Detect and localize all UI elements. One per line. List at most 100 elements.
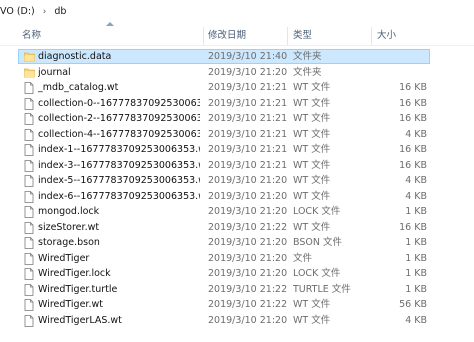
file-name: index-6--1677783709253006353.wt (38, 190, 200, 202)
file-modified-date: 2019/3/10 21:20 (208, 268, 288, 279)
file-modified-date: 2019/3/10 21:20 (208, 206, 288, 217)
file-name: diagnostic.data (38, 51, 112, 62)
file-name: journal (38, 66, 71, 78)
file-row[interactable]: diagnostic.data 2019/3/10 21:40 文件夹 (0, 49, 474, 65)
file-row[interactable]: WiredTiger 2019/3/10 21:20 文件 1 KB (0, 251, 474, 267)
file-size: 16 KB (399, 221, 427, 233)
file-row[interactable]: WiredTiger.wt 2019/3/10 21:22 WT 文件 56 KB (0, 297, 474, 313)
file-icon (24, 159, 35, 172)
file-type: WT 文件 (293, 113, 331, 124)
address-bar[interactable]: VO (D:) › db (0, 0, 474, 24)
file-row[interactable]: WiredTiger.lock 2019/3/10 21:20 LOCK 文件 1 K… (0, 266, 474, 282)
column-divider[interactable] (203, 27, 204, 45)
breadcrumb-folder[interactable]: db (54, 0, 66, 24)
folder-icon (24, 67, 35, 79)
file-modified-date: 2019/3/10 21:20 (208, 252, 288, 264)
file-icon (24, 97, 35, 110)
file-icon (24, 113, 35, 125)
file-icon (24, 128, 35, 141)
file-icon (24, 144, 35, 156)
file-name: WiredTigerLAS.wt (38, 314, 122, 326)
chevron-right-icon[interactable]: › (43, 0, 47, 24)
file-size: 1 KB (405, 252, 427, 264)
file-name: WiredTiger.wt (38, 299, 103, 310)
file-name: collection-2--1677783709253006353... (38, 113, 200, 124)
file-name: index-5--1677783709253006353.wt (38, 175, 200, 186)
file-type: WT 文件 (293, 97, 331, 109)
file-modified-date: 2019/3/10 21:21 (208, 82, 288, 93)
file-type: WT 文件 (293, 82, 331, 93)
file-modified-date: 2019/3/10 21:20 (208, 190, 288, 202)
file-modified-date: 2019/3/10 21:22 (208, 283, 288, 295)
file-row[interactable]: sizeStorer.wt 2019/3/10 21:22 WT 文件 16 KB (0, 220, 474, 236)
file-size: 16 KB (399, 97, 427, 109)
file-type: WT 文件 (293, 175, 331, 186)
file-modified-date: 2019/3/10 21:21 (208, 97, 288, 109)
file-modified-date: 2019/3/10 21:22 (208, 221, 288, 233)
sort-ascending-icon (106, 22, 114, 26)
file-row[interactable]: journal 2019/3/10 21:20 文件夹 (0, 65, 474, 81)
file-row[interactable]: _mdb_catalog.wt 2019/3/10 21:21 WT 文件 16 KB (0, 80, 474, 96)
file-type: BSON 文件 (293, 237, 342, 248)
file-name: sizeStorer.wt (38, 221, 100, 233)
file-size: 4 KB (405, 314, 427, 326)
file-row[interactable]: WiredTigerLAS.wt 2019/3/10 21:20 WT 文件 4 KB (0, 313, 474, 329)
column-header-date[interactable]: 修改日期 (208, 27, 246, 45)
file-row[interactable]: storage.bson 2019/3/10 21:20 BSON 文件 1 KB (0, 235, 474, 251)
file-modified-date: 2019/3/10 21:21 (208, 144, 288, 155)
file-type: WT 文件 (293, 159, 331, 171)
file-icon (24, 221, 35, 234)
file-size: 16 KB (399, 113, 427, 124)
file-name: collection-0--1677783709253006353... (38, 97, 200, 109)
column-divider[interactable] (371, 27, 372, 45)
file-name: _mdb_catalog.wt (38, 82, 119, 93)
file-icon (24, 190, 35, 203)
file-size: 16 KB (399, 144, 427, 155)
file-icon (24, 299, 35, 311)
file-list: diagnostic.data 2019/3/10 21:40 文件夹 journal… (0, 49, 474, 328)
file-modified-date: 2019/3/10 21:21 (208, 128, 288, 140)
file-row[interactable]: WiredTiger.turtle 2019/3/10 21:22 TURTLE 文… (0, 282, 474, 298)
file-type: LOCK 文件 (293, 206, 341, 217)
file-row[interactable]: collection-0--1677783709253006353... 2019… (0, 96, 474, 112)
file-modified-date: 2019/3/10 21:20 (208, 66, 288, 78)
column-header-name[interactable]: 名称 (22, 27, 41, 45)
column-header-size[interactable]: 大小 (377, 27, 396, 45)
file-modified-date: 2019/3/10 21:20 (208, 175, 288, 186)
file-type: 文件 (293, 252, 313, 264)
column-header-type[interactable]: 类型 (293, 27, 312, 45)
file-row[interactable]: mongod.lock 2019/3/10 21:20 LOCK 文件 1 KB (0, 204, 474, 220)
column-divider[interactable] (287, 27, 288, 45)
file-type: 文件夹 (293, 51, 322, 62)
file-modified-date: 2019/3/10 21:40 (208, 51, 288, 62)
file-size: 4 KB (405, 190, 427, 202)
file-row[interactable]: index-6--1677783709253006353.wt 2019/3/10… (0, 189, 474, 205)
file-size: 1 KB (405, 237, 427, 248)
file-size: 1 KB (405, 283, 427, 295)
file-name: collection-4--1677783709253006353... (38, 128, 200, 140)
file-icon (24, 252, 35, 265)
file-name: index-3--1677783709253006353.wt (38, 159, 200, 171)
file-type: 文件夹 (293, 66, 322, 78)
file-modified-date: 2019/3/10 21:20 (208, 237, 288, 248)
file-modified-date: 2019/3/10 21:20 (208, 314, 288, 326)
file-type: WT 文件 (293, 144, 331, 155)
file-modified-date: 2019/3/10 21:21 (208, 113, 288, 124)
file-row[interactable]: index-1--1677783709253006353.wt 2019/3/10… (0, 142, 474, 158)
file-row[interactable]: collection-4--1677783709253006353... 2019… (0, 127, 474, 143)
file-row[interactable]: index-5--1677783709253006353.wt 2019/3/10… (0, 173, 474, 189)
file-explorer-window: VO (D:) › db 名称 修改日期 类型 大小 diagnostic.da… (0, 0, 474, 342)
file-name: mongod.lock (38, 206, 100, 217)
folder-icon (24, 51, 35, 63)
file-row[interactable]: index-3--1677783709253006353.wt 2019/3/10… (0, 158, 474, 174)
file-size: 1 KB (405, 268, 427, 279)
file-size: 16 KB (399, 159, 427, 171)
file-icon (24, 82, 35, 94)
file-type: WT 文件 (293, 299, 331, 310)
file-row[interactable]: collection-2--1677783709253006353... 2019… (0, 111, 474, 127)
file-icon (24, 268, 35, 280)
file-size: 56 KB (399, 299, 427, 310)
file-name: WiredTiger.turtle (38, 283, 118, 295)
file-icon (24, 283, 35, 296)
breadcrumb-drive[interactable]: VO (D:) (0, 0, 35, 24)
